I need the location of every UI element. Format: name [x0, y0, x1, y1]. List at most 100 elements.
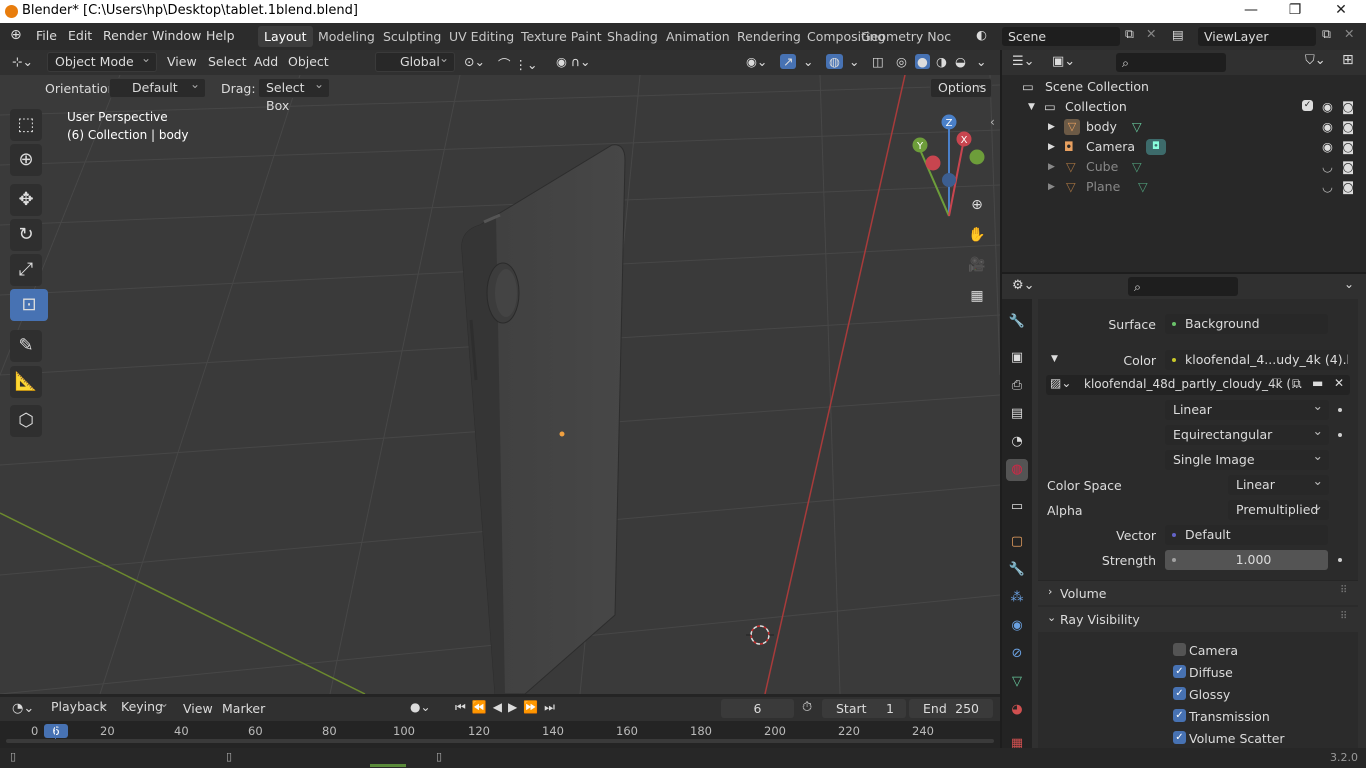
scene-name-field[interactable]: Scene	[1002, 27, 1120, 46]
filter-icon[interactable]: ⛉⌄	[1305, 53, 1326, 68]
interpolation-dropdown[interactable]: Linear	[1165, 396, 1329, 420]
view-layer-field[interactable]: ViewLayer	[1198, 27, 1316, 46]
view-layer-icon[interactable]: ▤	[1172, 27, 1184, 42]
expand-icon[interactable]: ▶	[1048, 157, 1055, 177]
wireframe-shading-icon[interactable]: ◎	[896, 54, 907, 69]
pan-hand-icon[interactable]: ✋	[964, 222, 990, 248]
surface-shader-field[interactable]: Background	[1165, 314, 1328, 334]
playback-menu[interactable]: Playback	[44, 694, 114, 718]
eye-icon[interactable]: ◉	[1322, 137, 1333, 157]
pivot-point-icon[interactable]: ⊙⌄	[464, 54, 485, 69]
image-selector[interactable]: ▨⌄ kloofendal_48d_partly_cloudy_4k (... …	[1046, 375, 1350, 395]
eye-closed-icon[interactable]: ◡	[1322, 177, 1333, 197]
tool-tab-icon[interactable]: 🔧	[1006, 311, 1028, 333]
eye-icon[interactable]: ◉	[1322, 117, 1333, 137]
outliner-editor-icon[interactable]: ☰⌄	[1012, 54, 1035, 69]
3d-cursor[interactable]	[746, 625, 774, 645]
zoom-icon[interactable]: ⊕	[964, 192, 990, 218]
timeline-scrollbar[interactable]	[6, 739, 994, 743]
keying-menu[interactable]: Keying	[114, 694, 174, 718]
output-tab-icon[interactable]: ⎙	[1006, 375, 1028, 397]
tab-uv-editing[interactable]: UV Editing	[443, 26, 520, 47]
physics-tab-icon[interactable]: ◉	[1006, 615, 1028, 637]
menu-add[interactable]: Add	[254, 54, 278, 69]
options-dropdown[interactable]: Options	[930, 75, 992, 98]
diffuse-checkbox[interactable]: ✓	[1173, 665, 1186, 678]
orientation-dropdown[interactable]: Default	[109, 75, 206, 98]
menu-window[interactable]: Window	[152, 28, 201, 43]
solid-shading-icon[interactable]: ●	[915, 54, 930, 69]
world-tab-icon[interactable]: ◍	[1006, 459, 1028, 481]
new-scene-icon[interactable]: ⧉	[1125, 26, 1134, 42]
expand-icon[interactable]: ▶	[1048, 137, 1055, 157]
color-texture-field[interactable]: kloofendal_4...udy_4k (4).hdr	[1165, 350, 1348, 370]
collection-tab-icon[interactable]: ▭	[1006, 496, 1028, 518]
mesh-data-icon[interactable]: ▽	[1138, 177, 1148, 197]
current-frame-field[interactable]: 6	[721, 699, 794, 718]
drag-dropdown[interactable]: Select Box	[258, 75, 330, 113]
move-tool-icon[interactable]: ✥	[10, 184, 42, 216]
measure-tool-icon[interactable]: 📐	[10, 366, 42, 398]
snap-icon[interactable]: ⌒ ⋮⌄	[498, 54, 537, 73]
properties-search-input[interactable]: ⌕	[1128, 277, 1238, 296]
open-folder-icon[interactable]: ▬	[1312, 376, 1323, 390]
camera-render-icon[interactable]: ◙	[1342, 137, 1354, 157]
delete-view-layer-icon[interactable]: ✕	[1344, 26, 1354, 41]
timeline-view-menu[interactable]: View	[183, 701, 213, 716]
outliner-item-body[interactable]: ▶ ▽ body ▽ ◉ ◙	[1002, 117, 1366, 137]
3d-viewport[interactable]: Z Y X User Perspective (6) Collection | …	[0, 75, 1000, 694]
tab-sculpting[interactable]: Sculpting	[377, 26, 447, 47]
exclude-checkbox[interactable]: ✓	[1302, 100, 1313, 111]
ortho-grid-icon[interactable]: ▦	[964, 283, 990, 309]
camera-render-icon[interactable]: ◙	[1342, 97, 1354, 117]
close-button[interactable]: ✕	[1318, 0, 1364, 23]
tab-modeling[interactable]: Modeling	[312, 26, 381, 47]
camera-data-icon[interactable]: ◘	[1146, 139, 1166, 155]
ray-visibility-panel-header[interactable]: ⌄ Ray Visibility ⠿	[1038, 607, 1358, 632]
outliner-item-cube[interactable]: ▶ ▽ Cube ▽ ◡ ◙	[1002, 157, 1366, 177]
source-dropdown[interactable]: Single Image	[1165, 446, 1329, 470]
select-box-tool-icon[interactable]: ⬚	[10, 109, 42, 141]
cursor-tool-icon[interactable]: ⊕	[10, 144, 42, 176]
modifiers-tab-icon[interactable]: 🔧	[1006, 559, 1028, 581]
timer-icon[interactable]: ⏱	[802, 700, 812, 715]
timeline-ruler[interactable]: 0 6 20 40 60 80 100 120 140 160 180 200 …	[0, 724, 1000, 738]
view-layer-tab-icon[interactable]: ▤	[1006, 403, 1028, 425]
menu-select[interactable]: Select	[208, 54, 247, 69]
properties-editor-icon[interactable]: ⚙⌄	[1012, 278, 1035, 293]
menu-edit[interactable]: Edit	[68, 28, 92, 43]
display-mode-icon[interactable]: ▣⌄	[1052, 54, 1075, 69]
scene-selector-icon[interactable]: ◐	[976, 27, 987, 42]
mode-dropdown[interactable]: Object Mode	[47, 49, 157, 72]
properties-options-icon[interactable]: ⌄	[1344, 277, 1354, 291]
new-view-layer-icon[interactable]: ⧉	[1322, 26, 1331, 42]
gizmo-toggle-icon[interactable]: ↗	[780, 54, 797, 69]
data-tab-icon[interactable]: ▽	[1006, 671, 1028, 693]
playback-controls-icon[interactable]: ⏮⏪◀▶⏩⏭	[455, 700, 561, 715]
vector-field[interactable]: Default	[1165, 525, 1328, 545]
sidebar-toggle-icon[interactable]: ‹	[990, 115, 995, 129]
constraints-tab-icon[interactable]: ⊘	[1006, 643, 1028, 665]
glossy-checkbox[interactable]: ✓	[1173, 687, 1186, 700]
scene-tab-icon[interactable]: ◔	[1006, 431, 1028, 453]
outliner-scene-collection[interactable]: ▭ Scene Collection	[1002, 77, 1366, 97]
material-tab-icon[interactable]: ◕	[1006, 699, 1028, 721]
timeline-marker-menu[interactable]: Marker	[222, 701, 265, 716]
start-frame-field[interactable]: Start 1	[822, 699, 906, 718]
color-expand-icon[interactable]: ▼	[1051, 354, 1058, 364]
outliner-item-plane[interactable]: ▶ ▽ Plane ▽ ◡ ◙	[1002, 177, 1366, 197]
transform-orientation-dropdown[interactable]: Global	[375, 49, 455, 72]
image-browse-icon[interactable]: ▨⌄	[1050, 376, 1071, 390]
tab-shading[interactable]: Shading	[601, 26, 664, 47]
new-collection-icon[interactable]: ⊞	[1342, 52, 1354, 68]
tab-texture-paint[interactable]: Texture Paint	[515, 26, 608, 47]
tab-rendering[interactable]: Rendering	[731, 26, 807, 47]
camera-checkbox[interactable]	[1173, 643, 1186, 656]
particles-tab-icon[interactable]: ⁂	[1006, 587, 1028, 609]
menu-file[interactable]: File	[36, 28, 57, 43]
tab-animation[interactable]: Animation	[660, 26, 736, 47]
tab-layout[interactable]: Layout	[258, 26, 313, 47]
menu-view[interactable]: View	[167, 54, 197, 69]
xray-icon[interactable]: ◫	[872, 54, 884, 69]
drag-handle-icon[interactable]: ⠿	[1340, 611, 1347, 622]
